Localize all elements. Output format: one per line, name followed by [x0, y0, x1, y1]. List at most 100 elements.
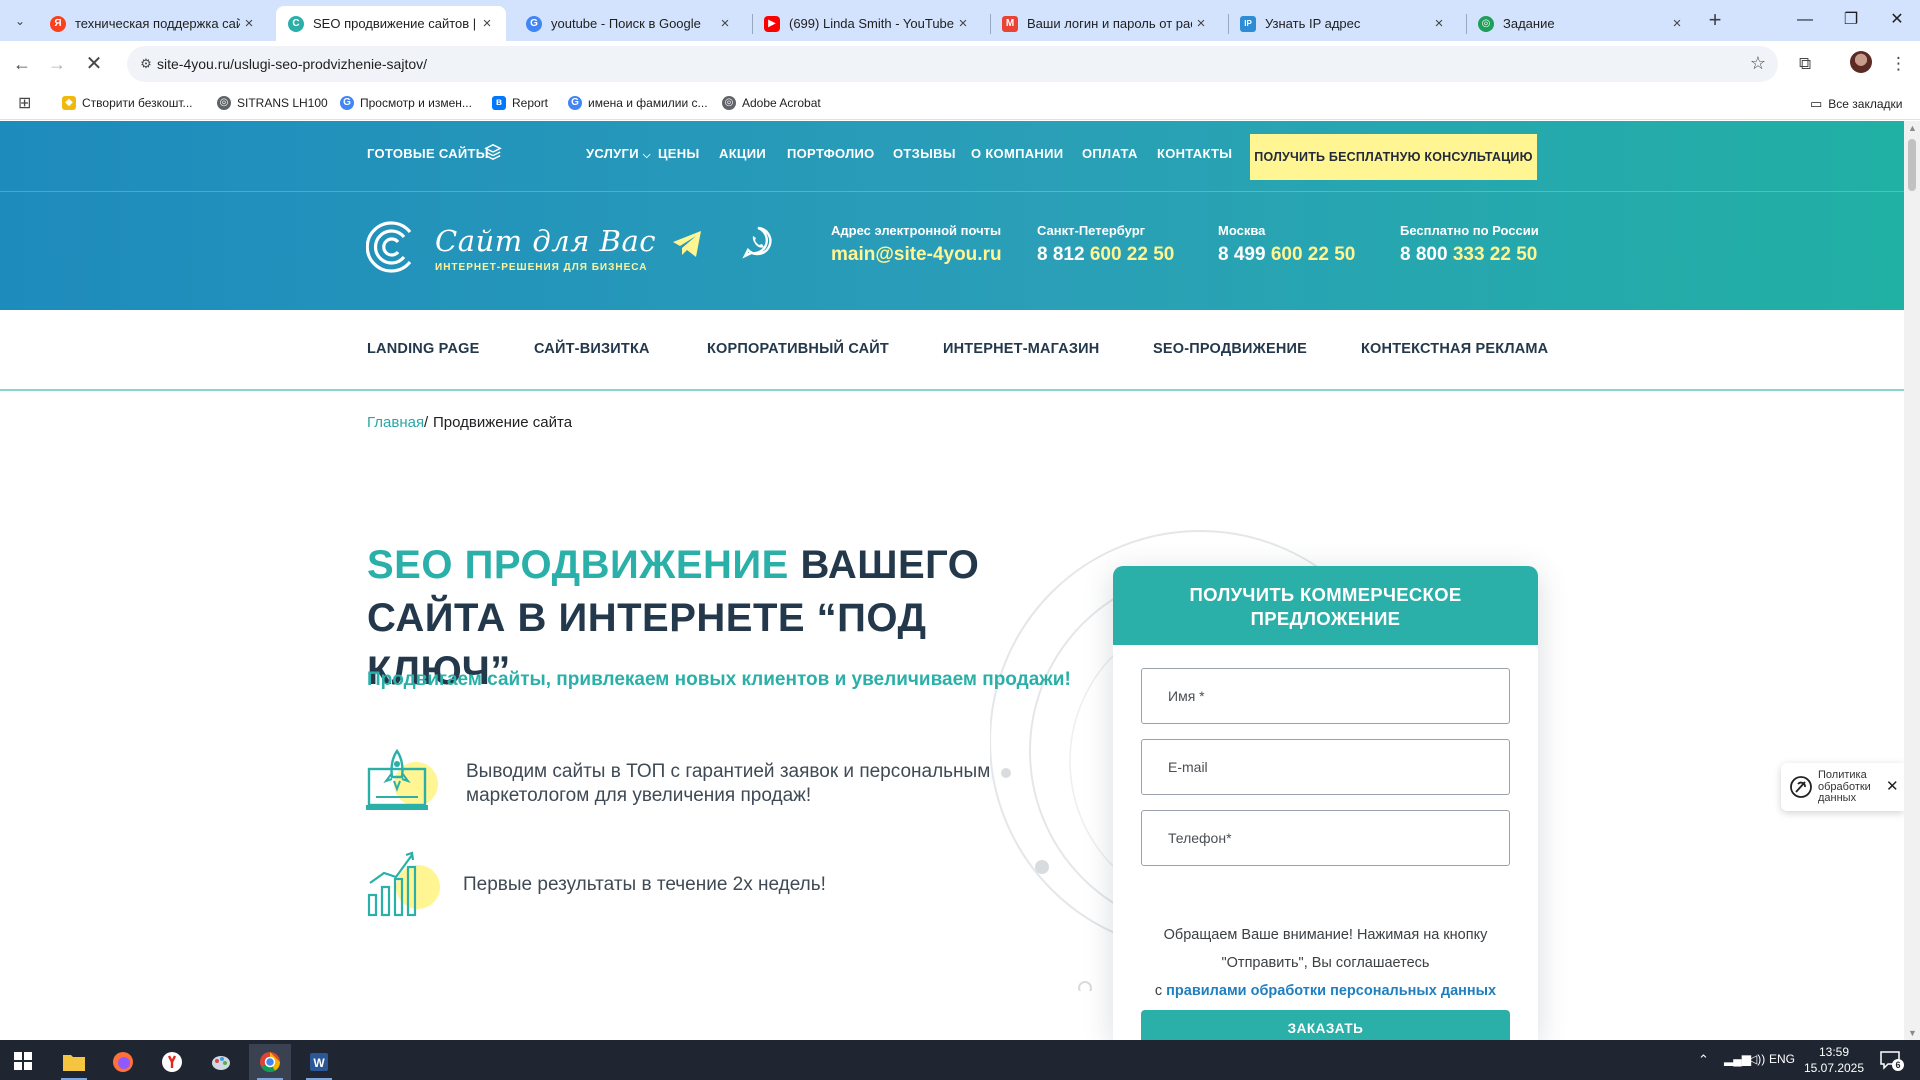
consent-text-prefix: с [1154, 983, 1163, 999]
nav-label: ГОТОВЫЕ САЙТЫ [367, 146, 489, 161]
free-phone-link[interactable]: 8 800 333 22 50 [1400, 244, 1537, 266]
tab-task[interactable]: ◎ Задание × [1466, 6, 1696, 41]
tab-close-icon[interactable]: × [1192, 15, 1210, 32]
tab-search-chevron-icon[interactable]: ⌄ [8, 10, 32, 32]
breadcrumb-home-link[interactable]: Главная [367, 414, 424, 431]
privacy-policy-link[interactable]: правилами обработки персональных данных [1166, 983, 1496, 999]
scroll-up-arrow-icon[interactable]: ▲ [1908, 123, 1917, 133]
consent-text: Обращаем Ваше внимание! Нажимая на кнопк… [1163, 927, 1488, 971]
firefox-icon[interactable] [102, 1044, 144, 1080]
bookmark-item[interactable]: в Report [492, 96, 548, 110]
privacy-policy-badge[interactable]: Политика обработки данных ✕ [1781, 763, 1904, 811]
word-icon[interactable]: W [298, 1044, 340, 1080]
notifications-icon[interactable]: 6 [1880, 1050, 1904, 1071]
volume-icon[interactable]: ◁)) [1748, 1052, 1765, 1066]
tab-seo-active[interactable]: C SEO продвижение сайтов | За × [276, 6, 506, 41]
telegram-icon[interactable] [671, 229, 703, 259]
stop-loading-button[interactable]: ✕ [82, 53, 106, 77]
bookmark-star-icon[interactable]: ☆ [1750, 53, 1766, 74]
close-icon[interactable]: ✕ [1886, 777, 1899, 795]
tab-ip[interactable]: IP Узнать IP адрес × [1228, 6, 1458, 41]
nav-label: ПОРТФОЛИО [787, 146, 875, 161]
google-icon: G [526, 15, 542, 32]
all-bookmarks-button[interactable]: ▭ Все закладки [1810, 96, 1903, 112]
clock[interactable]: 13:59 15.07.2025 [1799, 1044, 1869, 1076]
nav-promos[interactable]: АКЦИИ [719, 146, 766, 161]
scroll-down-arrow-icon[interactable]: ▼ [1908, 1028, 1917, 1038]
tray-chevron-up-icon[interactable]: ⌃ [1698, 1052, 1709, 1068]
nav-prices[interactable]: ЦЕНЫ [658, 146, 699, 161]
file-explorer-icon[interactable] [53, 1044, 95, 1080]
chrome-icon[interactable] [249, 1044, 291, 1080]
language-indicator[interactable]: ENG [1769, 1052, 1795, 1066]
apps-grid-icon[interactable]: ⊞ [18, 93, 31, 113]
tab-close-icon[interactable]: × [478, 15, 496, 32]
gmail-icon: M [1002, 15, 1018, 32]
windows-start-icon[interactable] [14, 1052, 32, 1070]
address-bar[interactable]: ⚙ site-4you.ru/uslugi-seo-prodvizhenie-s… [127, 46, 1778, 82]
phone-number: 600 22 50 [1270, 244, 1356, 265]
cat-corporate-site[interactable]: КОРПОРАТИВНЫЙ САЙТ [707, 341, 889, 357]
google-icon: G [568, 96, 582, 110]
tab-close-icon[interactable]: × [1668, 15, 1686, 32]
tab-tech-support[interactable]: Я техническая поддержка сайта × [38, 6, 268, 41]
back-button[interactable]: ← [10, 53, 34, 77]
email-link[interactable]: main@site-4you.ru [831, 244, 1002, 266]
tab-close-icon[interactable]: × [1430, 15, 1448, 32]
bookmark-item[interactable]: ◎ Adobe Acrobat [722, 96, 821, 110]
nav-contacts[interactable]: КОНТАКТЫ [1157, 146, 1232, 161]
nav-about[interactable]: О КОМПАНИИ [971, 146, 1063, 161]
name-field[interactable] [1141, 668, 1510, 724]
cat-context-ads[interactable]: КОНТЕКСТНАЯ РЕКЛАМА [1361, 341, 1548, 357]
binance-icon: ◆ [62, 96, 76, 110]
cat-landing-page[interactable]: LANDING PAGE [367, 341, 480, 357]
bookmark-item[interactable]: ◎ SITRANS LH100 [217, 96, 328, 110]
youtube-icon: ▶ [764, 15, 780, 32]
tab-youtube[interactable]: ▶ (699) Linda Smith - YouTube × [752, 6, 982, 41]
nav-services[interactable]: УСЛУГИ ⌵ [586, 146, 651, 161]
bookmark-label: Створити безкошт... [82, 96, 193, 110]
tab-title: техническая поддержка сайта [75, 16, 240, 31]
email-field[interactable] [1141, 739, 1510, 795]
tab-close-icon[interactable]: × [716, 15, 734, 32]
logo-name[interactable]: Сайт для Вас [435, 224, 656, 258]
cat-business-card-site[interactable]: САЙТ-ВИЗИТКА [534, 341, 650, 357]
site-info-icon[interactable]: ⚙ [137, 55, 155, 73]
nav-reviews[interactable]: ОТЗЫВЫ [893, 146, 956, 161]
msk-phone-link[interactable]: 8 499 600 22 50 [1218, 244, 1355, 266]
tab-google-youtube[interactable]: G youtube - Поиск в Google × [514, 6, 744, 41]
google-icon: G [340, 96, 354, 110]
bookmark-item[interactable]: G имена и фамилии с... [568, 96, 708, 110]
free-consultation-button[interactable]: ПОЛУЧИТЬ БЕСПЛАТНУЮ КОНСУЛЬТАЦИЮ [1250, 134, 1537, 180]
bookmark-label: имена и фамилии с... [588, 96, 708, 110]
page-scrollbar[interactable]: ▲ ▼ [1904, 121, 1920, 1040]
minimize-button[interactable]: — [1782, 6, 1828, 36]
scroll-thumb[interactable] [1908, 139, 1916, 191]
bookmark-item[interactable]: G Просмотр и измен... [340, 96, 472, 110]
tab-close-icon[interactable]: × [954, 15, 972, 32]
forward-button[interactable]: → [45, 53, 69, 77]
browser-menu-icon[interactable]: ⋮ [1890, 54, 1907, 74]
tab-gmail[interactable]: M Ваши логин и пароль от рас × [990, 6, 1220, 41]
bookmark-item[interactable]: ◆ Створити безкошт... [62, 96, 193, 110]
paint-app-icon[interactable] [200, 1044, 242, 1080]
yandex-browser-icon[interactable] [151, 1044, 193, 1080]
profile-avatar[interactable] [1850, 51, 1872, 73]
spb-phone-link[interactable]: 8 812 600 22 50 [1037, 244, 1174, 266]
nav-ready-sites[interactable]: ГОТОВЫЕ САЙТЫ [367, 146, 489, 161]
restore-button[interactable]: ❐ [1828, 6, 1874, 36]
phone-prefix: 8 800 [1400, 244, 1448, 265]
extensions-icon[interactable]: ⧉ [1799, 54, 1811, 74]
cat-seo[interactable]: SEO-ПРОДВИЖЕНИЕ [1153, 341, 1307, 357]
nav-payment[interactable]: ОПЛАТА [1082, 146, 1138, 161]
tab-close-icon[interactable]: × [240, 15, 258, 32]
network-icon[interactable]: ▂▄▆ [1724, 1052, 1751, 1066]
url-text[interactable]: site-4you.ru/uslugi-seo-prodvizhenie-saj… [157, 56, 427, 72]
whatsapp-icon[interactable] [742, 225, 774, 259]
phone-field[interactable] [1141, 810, 1510, 866]
nav-portfolio[interactable]: ПОРТФОЛИО [787, 146, 875, 161]
close-window-button[interactable]: ✕ [1874, 6, 1920, 36]
cat-online-store[interactable]: ИНТЕРНЕТ-МАГАЗИН [943, 341, 1099, 357]
new-tab-button[interactable]: + [1702, 8, 1728, 34]
order-submit-button[interactable]: ЗАКАЗАТЬ [1141, 1010, 1510, 1040]
